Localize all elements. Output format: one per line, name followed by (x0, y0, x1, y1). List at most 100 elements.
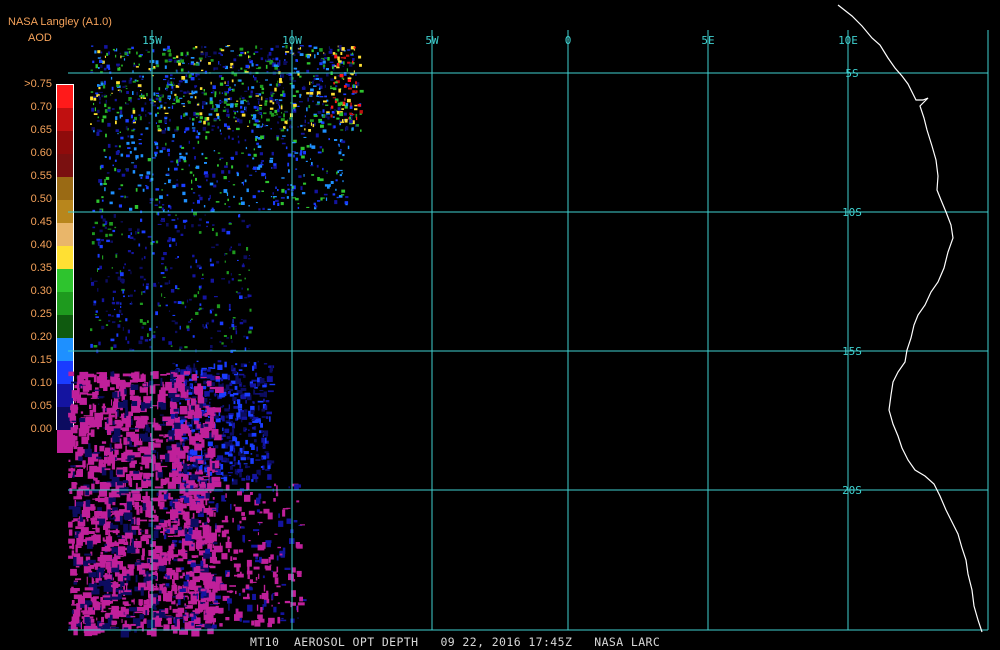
aod-pixel (317, 177, 320, 181)
aod-pixel (181, 168, 184, 171)
aod-pixel (179, 438, 184, 442)
aod-pixel (195, 46, 198, 49)
aod-pixel (191, 318, 193, 320)
aod-pixel (123, 266, 125, 269)
aod-pixel (244, 277, 246, 280)
lon-label: 10W (282, 34, 302, 47)
aod-pixel (172, 134, 175, 138)
aod-pixel (246, 225, 249, 229)
aod-pixel (212, 108, 216, 110)
aod-pixel (123, 601, 128, 604)
aod-pixel (322, 80, 324, 83)
aod-pixel (241, 264, 245, 268)
aod-pixel (190, 62, 194, 65)
aod-pixel (269, 96, 273, 101)
aod-pixel (189, 384, 192, 387)
aod-pixel (143, 256, 146, 259)
aod-pixel (136, 51, 138, 55)
aod-pixel (155, 113, 158, 117)
aod-pixel (240, 526, 245, 529)
aod-pixel (250, 90, 253, 94)
aod-pixel (147, 599, 150, 605)
aod-pixel (277, 80, 279, 83)
aod-pixel (274, 109, 278, 114)
aod-pixel (216, 260, 220, 264)
aod-pixel (209, 565, 216, 569)
aod-pixel (234, 462, 237, 465)
aod-pixel (327, 57, 330, 61)
aod-pixel (172, 554, 179, 558)
aod-pixel (244, 347, 247, 351)
aod-pixel (260, 466, 263, 468)
aod-pixel (346, 54, 350, 57)
aod-pixel (198, 537, 201, 540)
aod-pixel (279, 78, 282, 82)
aod-pixel (239, 433, 242, 435)
aod-pixel (271, 151, 274, 156)
aod-pixel (119, 90, 122, 93)
aod-pixel (247, 102, 250, 105)
aod-pixel (105, 220, 108, 224)
aod-pixel (263, 508, 270, 514)
aod-pixel (222, 66, 226, 68)
aod-pixel (104, 55, 106, 58)
aod-pixel (143, 97, 146, 99)
aod-pixel (236, 110, 239, 113)
aod-pixel (95, 316, 99, 318)
aod-pixel (334, 65, 337, 67)
aod-pixel (266, 541, 271, 548)
aod-pixel (235, 151, 238, 156)
aod-pixel (200, 588, 206, 592)
aod-pixel (97, 253, 100, 258)
aod-pixel (188, 527, 193, 535)
aod-pixel (239, 471, 242, 478)
aod-pixel (154, 204, 158, 206)
aod-pixel (192, 192, 196, 194)
aod-pixel (192, 147, 195, 150)
aod-pixel (143, 604, 153, 609)
aod-pixel (168, 179, 171, 184)
aod-pixel (194, 420, 199, 425)
aod-pixel (219, 393, 224, 398)
aod-pixel (191, 179, 193, 184)
aod-pixel (330, 114, 333, 118)
aod-pixel (325, 68, 329, 71)
aod-pixel (174, 520, 177, 524)
aod-pixel (229, 388, 234, 392)
aod-pixel (304, 115, 306, 118)
aod-pixel (110, 346, 113, 350)
aod-pixel (347, 61, 350, 64)
aod-pixel (139, 302, 143, 305)
aod-pixel (332, 193, 336, 196)
aod-pixel (100, 610, 107, 613)
aod-pixel (346, 68, 348, 72)
aod-pixel (189, 502, 193, 505)
aod-pixel (164, 282, 169, 285)
aod-pixel (343, 93, 347, 96)
aod-pixel (251, 63, 254, 67)
aod-pixel (345, 196, 349, 199)
aod-pixel (108, 233, 113, 237)
aod-pixel (120, 590, 124, 593)
aod-pixel (210, 337, 213, 339)
aod-pixel (262, 604, 264, 611)
aod-pixel (115, 272, 119, 274)
aod-pixel (163, 297, 166, 298)
aod-pixel (218, 61, 220, 65)
aod-pixel (224, 81, 226, 84)
aod-pixel (199, 307, 202, 310)
aod-pixel (298, 175, 302, 178)
aod-pixel (165, 453, 170, 462)
aod-pixel (250, 492, 253, 495)
aod-pixel (114, 226, 117, 229)
aod-pixel (110, 514, 112, 517)
aod-pixel (245, 466, 251, 468)
aod-pixel (97, 84, 100, 87)
aod-pixel (79, 418, 86, 423)
aod-pixel (273, 163, 277, 166)
aod-pixel (259, 522, 261, 526)
aod-pixel (102, 403, 106, 413)
aod-pixel (166, 439, 168, 443)
aod-pixel (261, 445, 265, 447)
aod-pixel (124, 263, 126, 266)
